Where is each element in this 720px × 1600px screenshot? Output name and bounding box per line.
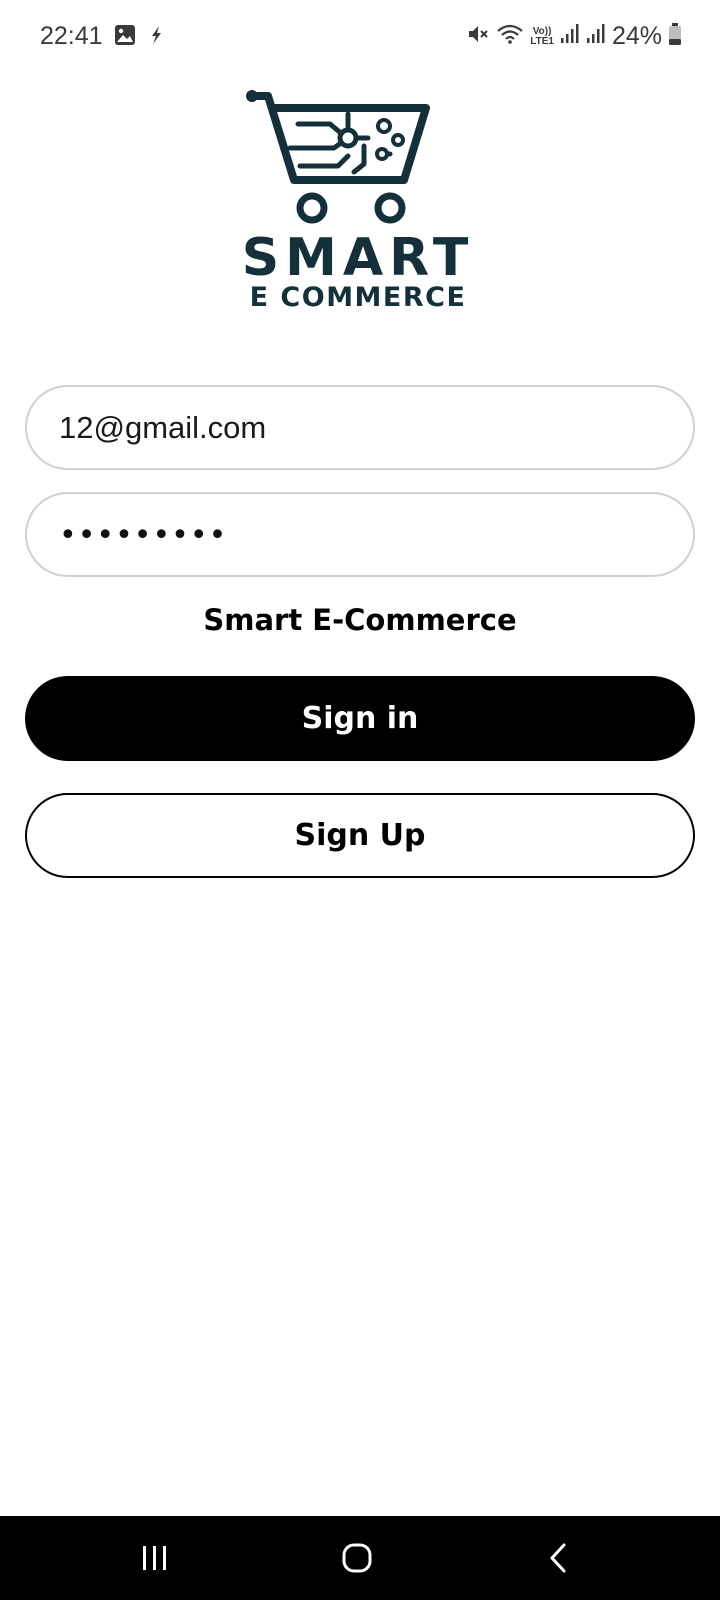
navigation-bar <box>0 1516 720 1600</box>
mute-icon <box>466 22 490 51</box>
wifi-icon <box>496 22 524 51</box>
recent-apps-icon[interactable] <box>125 1534 185 1582</box>
signal-icon <box>560 23 580 50</box>
logo-title: SMART <box>241 228 475 288</box>
home-icon[interactable] <box>327 1534 387 1582</box>
battery-percent: 24% <box>611 22 662 50</box>
battery-icon <box>668 22 682 51</box>
app-name-label: Smart E-Commerce <box>203 603 517 637</box>
status-time: 22:41 <box>40 22 103 50</box>
sign-up-button[interactable]: Sign Up <box>25 793 695 878</box>
password-input[interactable]: ••••••••• <box>59 518 227 553</box>
flash-icon <box>146 24 166 51</box>
status-system-icons: Vo)) LTE1 24% <box>466 22 682 51</box>
email-input[interactable] <box>27 387 693 468</box>
sign-in-button[interactable]: Sign in <box>25 676 695 761</box>
volte-icon: Vo)) LTE1 <box>530 25 554 47</box>
app-logo: SMART E COMMERCE <box>238 88 478 314</box>
image-icon <box>114 24 136 51</box>
email-field[interactable] <box>25 385 695 470</box>
status-bar: 22:41 Vo)) LTE1 24% <box>0 0 720 76</box>
signal-icon <box>586 23 606 50</box>
back-icon[interactable] <box>528 1534 588 1582</box>
password-field[interactable]: ••••••••• <box>25 492 695 577</box>
cart-icon <box>246 90 430 224</box>
logo-subtitle: E COMMERCE <box>249 282 467 313</box>
status-notification-icons <box>114 24 166 51</box>
